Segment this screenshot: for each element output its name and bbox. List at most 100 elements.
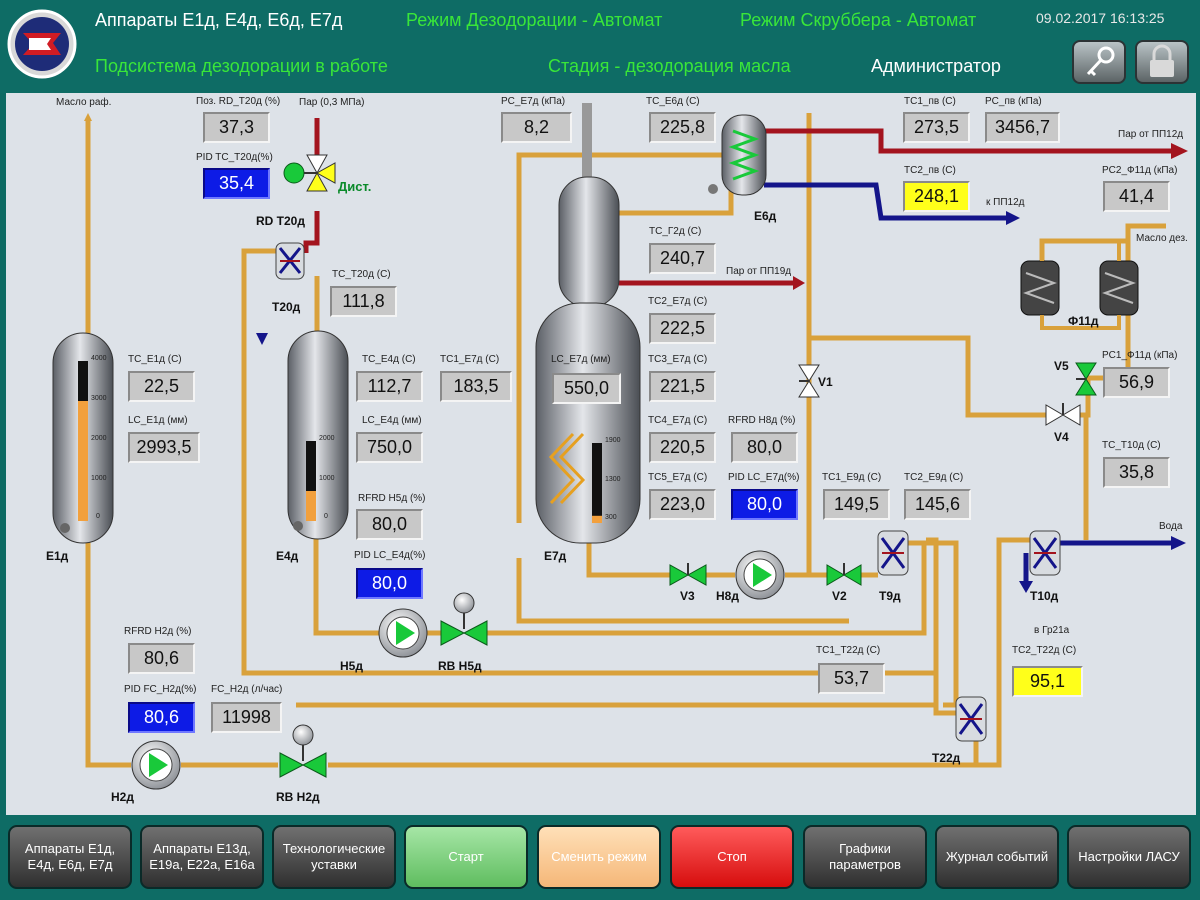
label-par: Пар (0,3 МПа) [299,97,365,108]
value-pid-lc-e7[interactable]: 80,0 [731,489,798,520]
valve-rb-h2[interactable] [279,724,327,778]
label-tc-e1: TC_E1д (C) [128,354,182,365]
process-diagram: Масло раф. Поз. RD_T20д (%) Пар (0,3 МПа… [6,93,1196,815]
valve-v3[interactable] [669,563,707,586]
value-pid-lc-e4[interactable]: 80,0 [356,568,423,599]
value-rfrd-h5: 80,0 [356,509,423,540]
label-tc2-e9: TC2_E9д (C) [904,472,964,483]
valve-dist[interactable] [283,154,336,192]
value-poz-rd: 37,3 [203,112,270,143]
btn-tech-setpoints[interactable]: Технологические уставки [272,825,396,889]
label-t22: T22д [932,751,961,765]
lock-button[interactable] [1135,40,1189,84]
label-tc-g2: TC_Г2д (C) [649,226,702,237]
pump-h8[interactable] [735,550,785,600]
value-tc-t10: 35,8 [1103,457,1170,488]
value-tc2-t22: 95,1 [1012,666,1083,697]
pump-h2[interactable] [131,740,181,790]
value-rfrd-h2: 80,6 [128,643,195,674]
label-maslo-dez: Масло дез. [1136,233,1188,244]
btn-event-log[interactable]: Журнал событий [935,825,1059,889]
pump-h5[interactable] [378,608,428,658]
heat-exchanger-t20[interactable] [275,242,305,280]
lock-icon [1150,44,1174,77]
value-pc1-f11: 56,9 [1103,367,1170,398]
heat-exchanger-t9[interactable] [877,530,909,576]
label-rb-h5: RB H5д [438,659,482,673]
scale-e1-tick: 0 [96,513,100,520]
label-pc1-f11: PC1_Ф11д (кПа) [1102,350,1178,361]
label-tc-e4: TC_E4д (C) [362,354,416,365]
btn-change-mode[interactable]: Сменить режим [537,825,661,889]
valve-v1[interactable] [798,364,820,398]
btn-stop[interactable]: Стоп [670,825,794,889]
value-tc-g2: 240,7 [649,243,716,274]
label-tc4-e7: TC4_E7д (C) [648,415,708,426]
label-tc1-e9: TC1_E9д (C) [822,472,882,483]
value-tc2-e9: 145,6 [904,489,971,520]
label-rfrd-h5: RFRD H5д (%) [358,493,426,504]
value-pc2-f11: 41,4 [1103,181,1170,212]
label-t10: T10д [1030,589,1059,603]
value-pc-pv: 3456,7 [985,112,1060,143]
heat-exchanger-t10[interactable] [1029,530,1061,576]
label-tc-t20: TC_T20д (C) [332,269,391,280]
scale-e7-tick: 1900 [605,437,621,444]
level-bar-e4 [306,491,316,521]
label-t20: T20д [272,300,301,314]
label-rfrd-h8: RFRD H8д (%) [728,415,796,426]
scale-e1-tick: 3000 [91,395,107,402]
label-pid-fc-h2: PID FC_H2д(%) [124,684,197,695]
scale-e1-tick: 4000 [91,355,107,362]
valve-v4[interactable] [1045,403,1081,426]
scale-e7-tick: 1300 [605,476,621,483]
label-h2: H2д [111,790,134,804]
value-tc1-e9: 149,5 [823,489,890,520]
label-v4: V4 [1054,430,1069,444]
label-voda: Вода [1159,521,1183,532]
key-button[interactable] [1072,40,1126,84]
scale-e1-tick: 2000 [91,435,107,442]
value-rfrd-h8: 80,0 [731,432,798,463]
label-h5: H5д [340,659,363,673]
btn-start[interactable]: Старт [404,825,528,889]
label-maslo-raf: Масло раф. [56,97,112,108]
label-e4: Е4д [276,549,299,563]
valve-v2[interactable] [826,563,862,586]
btn-settings[interactable]: Настройки ЛАСУ [1067,825,1191,889]
label-tc3-e7: TC3_E7д (C) [648,354,708,365]
label-v5: V5 [1054,359,1069,373]
label-rfrd-h2: RFRD H2д (%) [124,626,192,637]
label-rb-h2: RB H2д [276,790,320,804]
label-t9: T9д [879,589,901,603]
valve-rb-h5[interactable] [440,592,488,646]
level-bar-e1 [78,401,88,521]
btn-charts[interactable]: Графики параметров [803,825,927,889]
scale-e7-tick: 300 [605,514,617,521]
scrubber-mode-status: Режим Скруббера - Автомат [740,10,977,30]
level-bar-e7 [592,515,602,523]
label-lc-e4: LC_E4д (мм) [362,415,422,426]
btn-apparatus-e13-e16[interactable]: Аппараты Е13д, Е19а, Е22а, Е16а [140,825,264,889]
scale-e4-tick: 2000 [319,435,335,442]
vessel-e4[interactable] [287,330,349,540]
vessel-e7[interactable] [535,103,641,544]
label-par-ot-pp12: Пар от ПП12д [1118,129,1184,140]
label-rd-t20: RD T20д [256,214,305,228]
value-tc3-e7: 221,5 [649,371,716,402]
label-v-gr21: в Гр21а [1034,625,1070,636]
footer-bar: Аппараты Е1д, Е4д, Е6д, Е7д Аппараты Е13… [0,815,1200,900]
label-tc-e6: TC_E6д (C) [646,96,700,107]
label-v3: V3 [680,589,695,603]
value-tc1-e7: 183,5 [440,371,512,402]
value-tc5-e7: 223,0 [649,489,716,520]
label-tc1-e7: TC1_E7д (C) [440,354,500,365]
heat-exchanger-t22[interactable] [955,696,987,742]
header-bar: Аппараты Е1д, Е4д, Е6д, Е7д Подсистема д… [0,0,1200,93]
value-pid-fc-h2[interactable]: 80,6 [128,702,195,733]
value-pid-tc-t20[interactable]: 35,4 [203,168,270,199]
scale-e1-tick: 1000 [91,475,107,482]
btn-apparatus-e1-e7[interactable]: Аппараты Е1д, Е4д, Е6д, Е7д [8,825,132,889]
level-track-e7 [592,443,602,523]
label-v1: V1 [818,375,833,389]
